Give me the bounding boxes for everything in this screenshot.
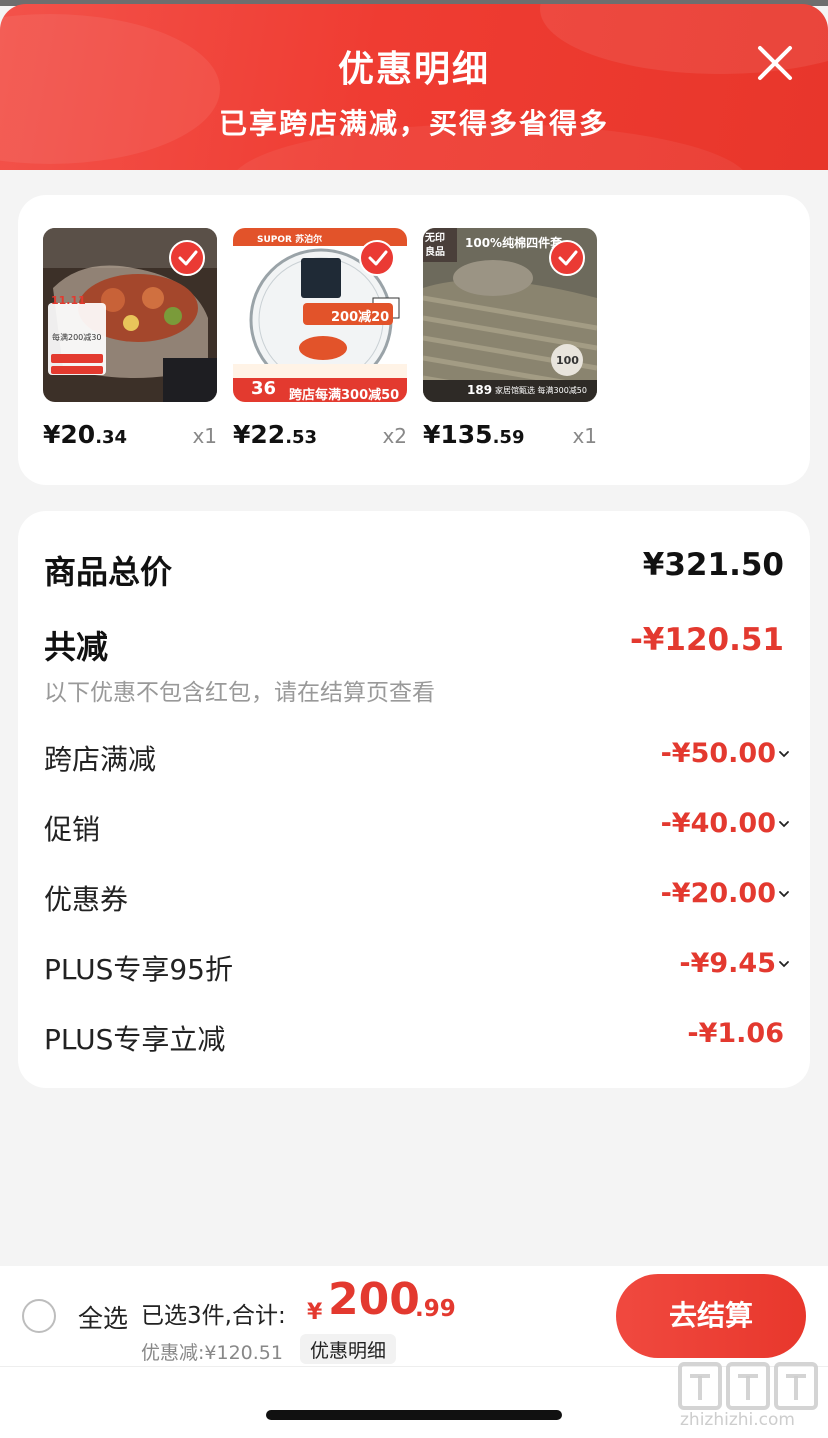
price-summary-card: 商品总价 ¥321.50 共减 -¥120.51 以下优惠不包含红包，请在结算页… — [18, 511, 810, 1088]
product-price: ¥20.34 — [43, 420, 128, 449]
total-price-value: ¥321.50 — [642, 547, 784, 583]
discount-value: -¥1.06 — [687, 1018, 784, 1049]
product-price: ¥135.59 — [423, 420, 525, 449]
discount-row-coupon[interactable]: 优惠券 -¥20.00 — [44, 878, 789, 922]
total-reduction-label: 共减 — [44, 628, 109, 666]
product-image[interactable]: 11.11 每满200减30 — [43, 228, 217, 402]
page-subtitle: 已享跨店满减，买得多省得多 — [218, 107, 609, 140]
checkmark-icon — [178, 250, 198, 266]
checkout-button[interactable]: 去结算 — [616, 1274, 806, 1358]
selected-count: 已选3件,合计: — [141, 1303, 286, 1329]
discount-label: 促销 — [44, 813, 101, 846]
home-indicator[interactable] — [266, 1410, 562, 1420]
chevron-down-icon[interactable] — [778, 818, 790, 830]
promo-price: 36 — [251, 378, 277, 399]
discount-value: -¥50.00 — [660, 738, 776, 769]
promo-badge: 100 — [556, 354, 579, 367]
product-list-card: 11.11 每满200减30 ¥20.34 x1 SUPOR 苏泊尔 200减2… — [18, 195, 810, 485]
promo-banner: 跨店每满300减50 — [289, 388, 400, 402]
discount-row-plus-instant: PLUS专享立减 -¥1.06 — [44, 1018, 784, 1062]
discount-label: 优惠券 — [44, 883, 129, 916]
discount-value: -¥9.45 — [679, 948, 776, 979]
close-button[interactable] — [750, 40, 800, 90]
product-item[interactable]: SUPOR 苏泊尔 200减20 36 跨店每满300减50 ¥22.53 x2 — [233, 228, 407, 460]
watermark-text: zhizhizhi.com — [680, 1410, 795, 1430]
discount-value: -¥40.00 — [660, 808, 776, 839]
product-quantity: x1 — [572, 424, 597, 448]
item-checkbox[interactable] — [169, 240, 205, 276]
item-checkbox[interactable] — [549, 240, 585, 276]
checkmark-icon — [558, 250, 578, 266]
product-price: ¥22.53 — [233, 420, 318, 449]
close-icon — [758, 46, 792, 80]
product-quantity: x1 — [192, 424, 217, 448]
discount-row-cross-store[interactable]: 跨店满减 -¥50.00 — [44, 738, 789, 782]
checkmark-icon — [368, 250, 388, 266]
event-logo: 11.11 — [51, 294, 86, 307]
total-reduction-value: -¥120.51 — [629, 622, 784, 658]
total-amount-decimal: .99 — [415, 1296, 456, 1322]
brand-label: 无印 良品 — [425, 233, 445, 258]
page-title: 优惠明细 — [337, 49, 490, 90]
discount-label: PLUS专享95折 — [44, 953, 233, 986]
discount-summary: 优惠减:¥120.51 — [141, 1342, 283, 1364]
product-quantity: x2 — [382, 424, 407, 448]
discount-detail-header: 优惠明细 已享跨店满减，买得多省得多 — [0, 4, 828, 170]
discount-row-promotion[interactable]: 促销 -¥40.00 — [44, 808, 789, 852]
total-price-label: 商品总价 — [44, 553, 173, 591]
total-amount-integer: 200 — [328, 1274, 420, 1325]
product-image[interactable]: SUPOR 苏泊尔 200减20 36 跨店每满300减50 — [233, 228, 407, 402]
brand-label: SUPOR 苏泊尔 — [257, 235, 323, 245]
discount-note: 以下优惠不包含红包，请在结算页查看 — [44, 680, 435, 706]
promo-text: 200减20 — [331, 310, 390, 325]
discount-label: 跨店满减 — [44, 743, 157, 776]
product-item[interactable]: 无印 良品 100%纯棉四件套 100 189 家居馆甄选 每满300减50 ¥… — [423, 228, 597, 460]
product-image[interactable]: 无印 良品 100%纯棉四件套 100 189 家居馆甄选 每满300减50 — [423, 228, 597, 402]
select-all-label[interactable]: 全选 — [78, 1299, 128, 1335]
total-currency: ¥ — [307, 1300, 323, 1325]
promo-banner: 家居馆甄选 每满300减50 — [495, 386, 587, 395]
chevron-down-icon[interactable] — [778, 888, 790, 900]
promo-text: 每满200减30 — [52, 333, 102, 342]
item-checkbox[interactable] — [359, 240, 395, 276]
discount-detail-link[interactable]: 优惠明细 — [300, 1334, 397, 1364]
discount-value: -¥20.00 — [660, 878, 776, 909]
product-title-overlay: 100%纯棉四件套 — [465, 236, 563, 250]
discount-row-plus-95[interactable]: PLUS专享95折 -¥9.45 — [44, 948, 789, 992]
chevron-down-icon[interactable] — [778, 748, 790, 760]
promo-price: 189 — [467, 383, 493, 397]
select-all-radio[interactable] — [22, 1299, 56, 1333]
chevron-down-icon[interactable] — [778, 958, 790, 970]
product-item[interactable]: 11.11 每满200减30 ¥20.34 x1 — [43, 228, 217, 460]
discount-label: PLUS专享立减 — [44, 1023, 226, 1056]
total-reduction-row: 共减 -¥120.51 — [44, 622, 784, 666]
total-price-row: 商品总价 ¥321.50 — [44, 547, 784, 591]
